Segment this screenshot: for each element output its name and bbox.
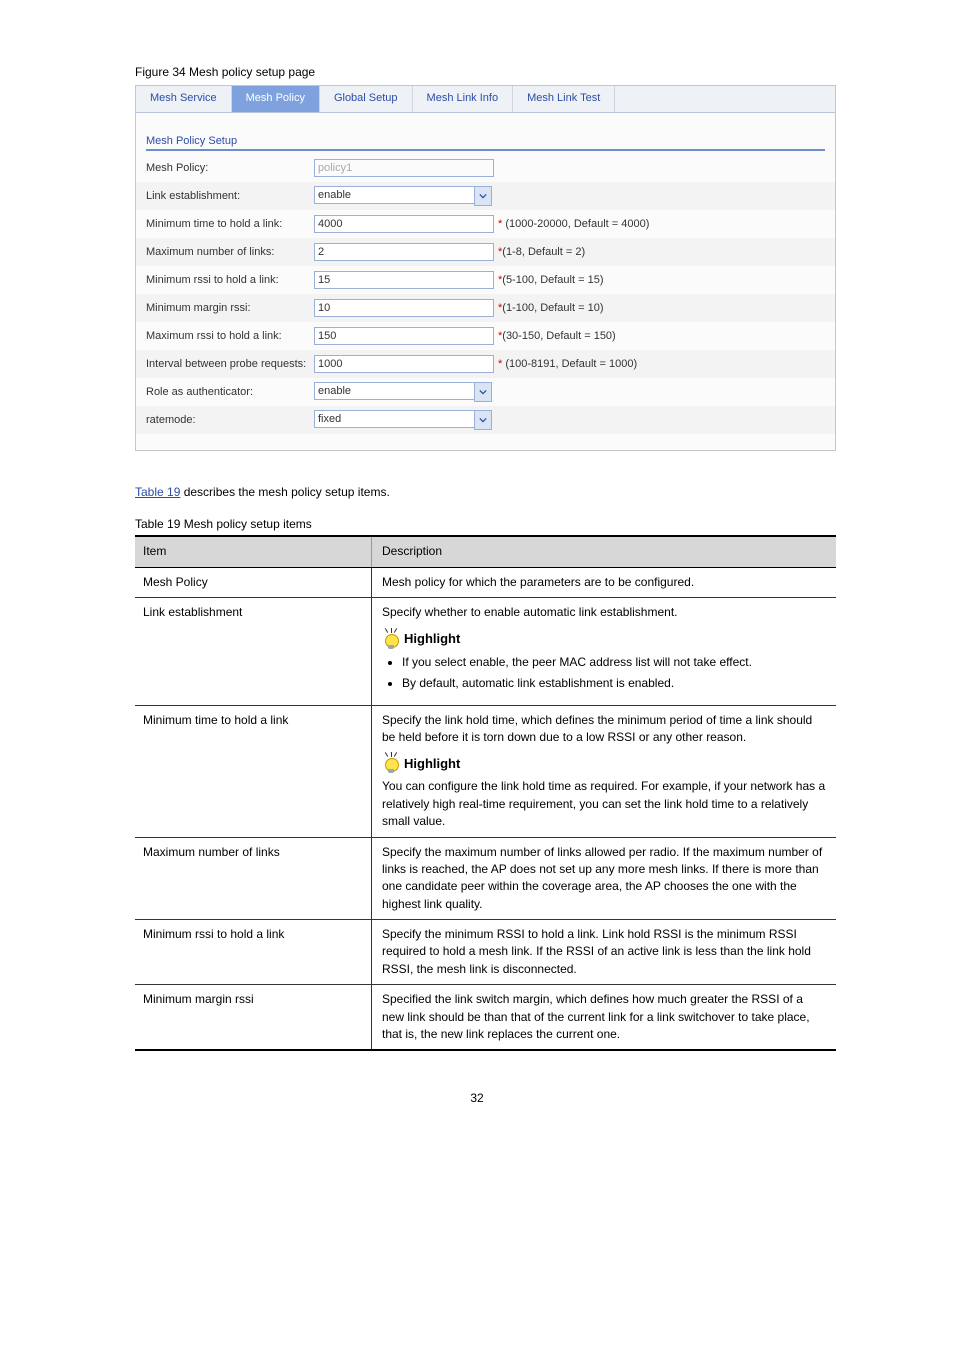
tab-mesh-link-test[interactable]: Mesh Link Test bbox=[513, 86, 615, 112]
form-label: ratemode: bbox=[146, 414, 314, 426]
form-hint: * (1000-20000, Default = 4000) bbox=[498, 218, 649, 230]
form-row: Maximum rssi to hold a link: *(30-150, De… bbox=[136, 322, 835, 350]
highlight-bullets: If you select enable, the peer MAC addre… bbox=[402, 654, 826, 693]
item-name-cell: Maximum number of links bbox=[135, 838, 372, 920]
form-row: Minimum margin rssi: *(1-100, Default = 1… bbox=[136, 294, 835, 322]
chevron-down-icon[interactable] bbox=[474, 186, 492, 206]
select-value: fixed bbox=[314, 410, 474, 428]
table-row: Minimum time to hold a linkSpecify the l… bbox=[135, 706, 836, 838]
form-row: Minimum time to hold a link: * (1000-2000… bbox=[136, 210, 835, 238]
bullet-item: By default, automatic link establishment… bbox=[402, 675, 826, 692]
form-hint: *(30-150, Default = 150) bbox=[498, 330, 616, 342]
highlight-heading: Highlight bbox=[382, 752, 826, 776]
form-row: Minimum rssi to hold a link: *(5-100, Def… bbox=[136, 266, 835, 294]
form-label: Maximum number of links: bbox=[146, 246, 314, 258]
section-title: Mesh Policy Setup bbox=[146, 135, 825, 151]
item-desc-cell: Specify whether to enable automatic link… bbox=[372, 598, 836, 704]
select-value: enable bbox=[314, 186, 474, 204]
item-name-cell: Link establishment bbox=[135, 598, 372, 704]
item-desc-cell: Mesh policy for which the parameters are… bbox=[372, 568, 836, 597]
figure-caption: Figure 34 Mesh policy setup page bbox=[135, 65, 954, 79]
table-header-item: Item bbox=[135, 537, 372, 566]
page-number: 32 bbox=[0, 1091, 954, 1145]
item-name-cell: Minimum rssi to hold a link bbox=[135, 920, 372, 984]
form-input[interactable] bbox=[314, 355, 494, 373]
mesh-policy-screenshot: Mesh ServiceMesh PolicyGlobal SetupMesh … bbox=[135, 85, 836, 451]
form-hint: *(1-8, Default = 2) bbox=[498, 246, 585, 258]
form-label: Maximum rssi to hold a link: bbox=[146, 330, 314, 342]
lightbulb-icon bbox=[382, 752, 400, 776]
tab-mesh-service[interactable]: Mesh Service bbox=[136, 86, 232, 112]
table-header-desc: Description bbox=[372, 537, 836, 566]
form-row: Role as authenticator:enable bbox=[136, 378, 835, 406]
table-row: Minimum margin rssiSpecified the link sw… bbox=[135, 985, 836, 1049]
form-row: Link establishment:enable bbox=[136, 182, 835, 210]
form-label: Minimum rssi to hold a link: bbox=[146, 274, 314, 286]
bullet-item: If you select enable, the peer MAC addre… bbox=[402, 654, 826, 671]
form-label: Link establishment: bbox=[146, 190, 314, 202]
form-hint: *(5-100, Default = 15) bbox=[498, 274, 603, 286]
tab-mesh-link-info[interactable]: Mesh Link Info bbox=[413, 86, 514, 112]
items-table: Item Description Mesh PolicyMesh policy … bbox=[135, 535, 836, 1051]
table-row: Link establishmentSpecify whether to ena… bbox=[135, 598, 836, 705]
table-row: Mesh PolicyMesh policy for which the par… bbox=[135, 568, 836, 598]
chevron-down-icon[interactable] bbox=[474, 382, 492, 402]
form-select[interactable]: enable bbox=[314, 186, 492, 206]
table-row: Minimum rssi to hold a linkSpecify the m… bbox=[135, 920, 836, 985]
form-select[interactable]: enable bbox=[314, 382, 492, 402]
form-row: Interval between probe requests: * (100-8… bbox=[136, 350, 835, 378]
form-input[interactable] bbox=[314, 327, 494, 345]
item-desc-cell: Specify the minimum RSSI to hold a link.… bbox=[372, 920, 836, 984]
highlight-heading: Highlight bbox=[382, 628, 826, 652]
form-row: ratemode:fixed bbox=[136, 406, 835, 434]
tab-mesh-policy[interactable]: Mesh Policy bbox=[232, 86, 320, 112]
tab-bar: Mesh ServiceMesh PolicyGlobal SetupMesh … bbox=[136, 86, 835, 113]
form-hint: * (100-8191, Default = 1000) bbox=[498, 358, 637, 370]
item-name-cell: Mesh Policy bbox=[135, 568, 372, 597]
form-input[interactable] bbox=[314, 243, 494, 261]
tab-global-setup[interactable]: Global Setup bbox=[320, 86, 413, 112]
form-input[interactable] bbox=[314, 215, 494, 233]
form-label: Minimum time to hold a link: bbox=[146, 218, 314, 230]
chevron-down-icon[interactable] bbox=[474, 410, 492, 430]
item-name-cell: Minimum margin rssi bbox=[135, 985, 372, 1049]
form-label: Role as authenticator: bbox=[146, 386, 314, 398]
form-label: Interval between probe requests: bbox=[146, 358, 314, 370]
form-label: Minimum margin rssi: bbox=[146, 302, 314, 314]
table-header-row: Item Description bbox=[135, 537, 836, 568]
item-desc-cell: Specify the maximum number of links allo… bbox=[372, 838, 836, 920]
item-desc-cell: Specify the link hold time, which define… bbox=[372, 706, 836, 837]
form-row: Maximum number of links: *(1-8, Default =… bbox=[136, 238, 835, 266]
form-input[interactable] bbox=[314, 271, 494, 289]
item-desc-cell: Specified the link switch margin, which … bbox=[372, 985, 836, 1049]
form-row: Mesh Policy: bbox=[136, 154, 835, 182]
form-hint: *(1-100, Default = 10) bbox=[498, 302, 603, 314]
form-input bbox=[314, 159, 494, 177]
select-value: enable bbox=[314, 382, 474, 400]
form-label: Mesh Policy: bbox=[146, 162, 314, 174]
form-input[interactable] bbox=[314, 299, 494, 317]
table-ref-after: describes the mesh policy setup items. bbox=[180, 485, 389, 499]
table-ref-link[interactable]: Table 19 bbox=[135, 485, 180, 499]
table-row: Maximum number of linksSpecify the maxim… bbox=[135, 838, 836, 921]
lightbulb-icon bbox=[382, 628, 400, 652]
table-caption: Table 19 Mesh policy setup items bbox=[135, 517, 954, 531]
item-name-cell: Minimum time to hold a link bbox=[135, 706, 372, 837]
form-select[interactable]: fixed bbox=[314, 410, 492, 430]
